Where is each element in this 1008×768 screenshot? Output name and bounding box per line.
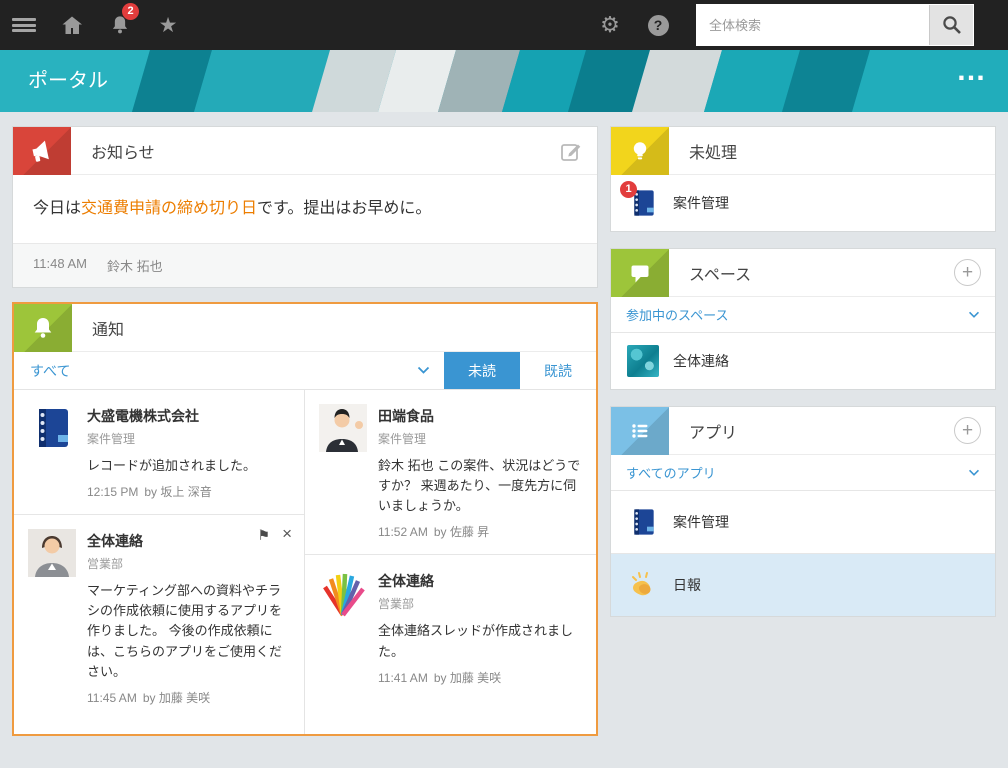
left-column: お知らせ 今日は交通費申請の締め切り日です。提出はお早めに。 11:48 AM …	[12, 126, 598, 736]
notifications-header: 通知	[14, 304, 596, 352]
app-item[interactable]: 日報	[611, 553, 995, 616]
notification-title: 大盛電機株式会社	[87, 406, 290, 426]
notification-time: 12:15 PM	[87, 485, 138, 499]
apps-filter-dropdown[interactable]: すべてのアプリ	[611, 455, 995, 491]
speech-bubble-icon	[611, 249, 669, 297]
spaces-widget: スペース + 参加中のスペース 全体連絡	[610, 248, 996, 390]
notifications-list: 大盛電機株式会社 案件管理 レコードが追加されました。 12:15 PM by 坂…	[14, 390, 596, 734]
announcement-highlight: 交通費申請の締め切り日	[81, 200, 257, 217]
settings-gear-icon[interactable]: ⚙	[586, 0, 634, 50]
notifications-bell-icon[interactable]: 2	[96, 0, 144, 50]
space-thumbnail	[627, 345, 659, 377]
banner-cover-image	[0, 50, 1008, 112]
notification-app: 営業部	[87, 555, 290, 572]
clap-icon	[627, 569, 659, 601]
notification-title: 全体連絡	[378, 571, 582, 591]
notification-app: 案件管理	[378, 430, 582, 447]
read-tab[interactable]: 既読	[520, 352, 596, 389]
notifications-filter-dropdown[interactable]: すべて	[14, 352, 444, 389]
notification-item[interactable]: 田端食品 案件管理 鈴木 拓也 この案件、状況はどうですか？ 来週あたり、一度先…	[305, 390, 596, 554]
notification-app: 案件管理	[87, 430, 290, 447]
unprocessed-widget: 未処理 1 案件管理	[610, 126, 996, 232]
notification-app: 営業部	[378, 595, 582, 612]
announcement-widget: お知らせ 今日は交通費申請の締め切り日です。提出はお早めに。 11:48 AM …	[12, 126, 598, 288]
notification-item[interactable]: 全体連絡 営業部 全体連絡スレッドが作成されました。 11:41 AM by 加藤…	[305, 554, 596, 699]
chevron-down-icon	[417, 366, 430, 375]
notification-time: 11:52 AM	[378, 525, 428, 539]
notifications-filter-bar: すべて 未読 既読	[14, 352, 596, 390]
app-list-icon	[611, 407, 669, 455]
notification-author: by 佐藤 昇	[434, 525, 489, 539]
spaces-title: スペース	[689, 261, 751, 285]
notification-body: レコードが追加されました。	[87, 456, 290, 476]
notification-count-badge: 2	[122, 3, 139, 20]
favorites-star-icon[interactable]: ★	[144, 0, 192, 50]
unprocessed-title: 未処理	[689, 139, 737, 163]
help-icon[interactable]: ?	[634, 0, 682, 50]
announcement-body: 今日は交通費申請の締め切り日です。提出はお早めに。	[13, 175, 597, 243]
menu-icon[interactable]	[0, 0, 48, 50]
notification-time: 11:45 AM	[87, 691, 137, 705]
search-button[interactable]	[929, 5, 973, 45]
apps-title: アプリ	[689, 419, 737, 443]
megaphone-icon	[13, 127, 71, 175]
space-item-label: 全体連絡	[673, 351, 729, 371]
notification-time: 11:41 AM	[378, 671, 428, 685]
announcement-footer: 11:48 AM 鈴木 拓也	[13, 243, 597, 287]
lightbulb-icon	[611, 127, 669, 175]
add-app-button[interactable]: +	[954, 417, 981, 444]
app-notebook-icon	[28, 404, 76, 452]
spaces-filter-dropdown[interactable]: 参加中のスペース	[611, 297, 995, 333]
flag-icon[interactable]: ⚑	[258, 527, 271, 544]
unprocessed-item-app[interactable]: 1 案件管理	[611, 175, 995, 231]
portal-banner: ポータル …	[0, 50, 1008, 112]
notification-item[interactable]: 全体連絡 営業部 マーケティング部への資料やチラシの作成依頼に使用するアプリを作…	[14, 514, 304, 720]
space-item[interactable]: 全体連絡	[611, 333, 995, 389]
unprocessed-count-badge: 1	[620, 181, 637, 198]
search-input[interactable]	[697, 5, 929, 45]
notifications-column-right: 田端食品 案件管理 鈴木 拓也 この案件、状況はどうですか？ 来週あたり、一度先…	[305, 390, 596, 734]
chevron-down-icon	[968, 311, 980, 319]
chevron-down-icon	[968, 469, 980, 477]
edit-announcement-icon[interactable]	[559, 139, 583, 163]
app-item-label: 案件管理	[673, 512, 729, 532]
global-search	[696, 4, 974, 46]
unread-tab[interactable]: 未読	[444, 352, 520, 389]
app-item[interactable]: 案件管理	[611, 491, 995, 553]
top-bar: 2 ★ ⚙ ?	[0, 0, 1008, 50]
topbar-right: ⚙ ?	[586, 0, 1008, 50]
unprocessed-item-label: 案件管理	[673, 193, 729, 213]
announcement-title: お知らせ	[91, 139, 155, 163]
notification-body: マーケティング部への資料やチラシの作成依頼に使用するアプリを作りました。 今後の…	[87, 581, 290, 682]
colored-pencils-icon	[319, 569, 367, 617]
portal-options-button[interactable]: …	[956, 54, 988, 88]
notifications-widget: 通知 すべて 未読 既読	[12, 302, 598, 736]
avatar-man	[319, 404, 367, 452]
home-icon[interactable]	[48, 0, 96, 50]
notifications-title: 通知	[92, 316, 124, 340]
notification-body: 全体連絡スレッドが作成されました。	[378, 621, 582, 661]
notification-title: 田端食品	[378, 406, 582, 426]
announcement-author: 鈴木 拓也	[107, 256, 163, 275]
bell-icon	[14, 304, 72, 352]
announcement-time: 11:48 AM	[33, 256, 87, 275]
notification-author: by 坂上 深音	[144, 485, 211, 499]
app-item-label: 日報	[673, 575, 701, 595]
notifications-column-left: 大盛電機株式会社 案件管理 レコードが追加されました。 12:15 PM by 坂…	[14, 390, 305, 734]
notification-author: by 加藤 美咲	[143, 691, 210, 705]
add-space-button[interactable]: +	[954, 259, 981, 286]
app-notebook-icon: 1	[627, 187, 659, 219]
search-icon	[941, 14, 963, 36]
app-notebook-icon	[627, 506, 659, 538]
portal-content: お知らせ 今日は交通費申請の締め切り日です。提出はお早めに。 11:48 AM …	[0, 112, 1008, 750]
notification-body: 鈴木 拓也 この案件、状況はどうですか？ 来週あたり、一度先方に伺いましょうか。	[378, 456, 582, 516]
page-title: ポータル	[28, 50, 108, 112]
notification-item[interactable]: 大盛電機株式会社 案件管理 レコードが追加されました。 12:15 PM by 坂…	[14, 390, 304, 514]
apps-widget: アプリ + すべてのアプリ	[610, 406, 996, 617]
announcement-header: お知らせ	[13, 127, 597, 175]
close-icon[interactable]: ×	[282, 527, 292, 544]
right-column: 未処理 1 案件管理	[610, 126, 996, 617]
avatar-woman	[28, 529, 76, 577]
notification-author: by 加藤 美咲	[434, 671, 501, 685]
